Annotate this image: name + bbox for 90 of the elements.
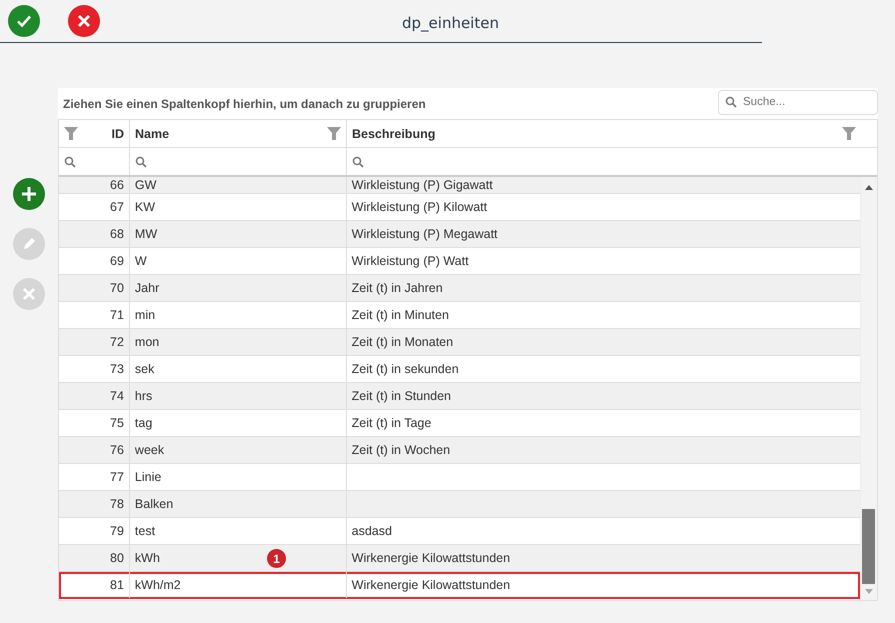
group-panel-hint: Ziehen Sie einen Spaltenkopf hierhin, um danach zu gruppieren (63, 96, 426, 110)
column-header[interactable]: Beschreibung (347, 120, 861, 147)
column-header[interactable]: ID (59, 120, 130, 147)
name-cell: GW (134, 178, 156, 192)
table-row[interactable]: 70 Jahr Zeit (t) in Jahren (59, 275, 860, 302)
scroll-up-icon[interactable] (865, 185, 873, 190)
highlighted-row[interactable]: 81 kWh/m2 Wirkenergie Kilowattstunden (59, 572, 860, 599)
table-row[interactable]: 71 min Zeit (t) in Minuten (59, 302, 860, 329)
description-cell: Zeit (t) in sekunden (352, 362, 459, 376)
description-cell: Wirkenergie Kilowattstunden (352, 578, 510, 592)
cancel-button[interactable] (68, 5, 100, 37)
table-row[interactable]: 68 MW Wirkleistung (P) Megawatt (59, 221, 860, 248)
plus-icon (21, 186, 37, 202)
id-cell: 76 (110, 443, 124, 457)
name-cell: Balken (134, 497, 174, 511)
table-row[interactable]: 69 W Wirkleistung (P) Watt (59, 248, 860, 275)
id-cell: 69 (110, 254, 124, 268)
column-label: Name (135, 126, 170, 140)
table-row[interactable]: 80 kWh 1 Wirkenergie Kilowattstunden (59, 545, 860, 572)
description-cell: Zeit (t) in Minuten (352, 308, 449, 322)
description-cell: Wirkleistung (P) Gigawatt (352, 178, 493, 192)
name-cell: tag (134, 416, 152, 430)
description-cell: Wirkenergie Kilowattstunden (352, 551, 510, 565)
scroll-down-icon[interactable] (865, 589, 873, 594)
name-cell: kWh (134, 551, 160, 565)
description-cell: Zeit (t) in Wochen (352, 443, 450, 457)
description-cell: asdasd (352, 524, 392, 538)
search-field[interactable]: Suche... (718, 90, 878, 114)
filter-icon[interactable] (64, 127, 78, 140)
id-cell: 70 (110, 281, 124, 295)
table-row[interactable]: 76 week Zeit (t) in Wochen (59, 437, 860, 464)
column-label: ID (112, 126, 124, 140)
name-cell: min (134, 308, 156, 322)
search-icon (725, 96, 737, 108)
add-button[interactable] (13, 178, 45, 210)
description-cell: Wirkleistung (P) Megawatt (352, 227, 498, 241)
id-cell: 73 (110, 362, 124, 376)
table-row[interactable]: 67 KW Wirkleistung (P) Kilowatt (59, 194, 860, 221)
description-cell: Wirkleistung (P) Watt (352, 254, 469, 268)
step-marker: 1 (266, 549, 286, 568)
description-cell: Zeit (t) in Tage (352, 416, 432, 430)
table-row[interactable]: 66 GW Wirkleistung (P) Gigawatt (59, 177, 860, 194)
name-cell: test (134, 524, 156, 538)
description-cell: Zeit (t) in Jahren (352, 281, 443, 295)
description-cell: Zeit (t) in Stunden (352, 389, 452, 403)
search-icon (135, 156, 147, 168)
table-row[interactable]: 75 tag Zeit (t) in Tage (59, 410, 860, 437)
window-title: dp_einheiten (402, 14, 499, 32)
table-row[interactable]: 79 test asdasd (59, 518, 860, 545)
name-cell: sek (134, 362, 154, 376)
id-cell: 66 (110, 178, 124, 192)
table-row[interactable]: 78 Balken (59, 491, 860, 518)
table-row[interactable]: 77 Linie (59, 464, 860, 491)
name-cell: W (134, 254, 147, 268)
close-icon (77, 14, 91, 28)
id-cell: 74 (110, 389, 124, 403)
search-icon (64, 156, 76, 168)
search-icon (352, 156, 364, 168)
name-cell: mon (134, 335, 160, 349)
filter-icon[interactable] (327, 127, 341, 140)
id-cell: 72 (110, 335, 124, 349)
name-cell: KW (134, 200, 156, 214)
id-cell: 67 (110, 200, 124, 214)
confirm-button[interactable] (8, 5, 40, 37)
close-icon (22, 287, 36, 301)
id-cell: 78 (110, 497, 124, 511)
name-cell: MW (134, 227, 158, 241)
name-cell: kWh/m2 (134, 578, 181, 592)
column-label: Beschreibung (352, 126, 436, 140)
id-cell: 71 (110, 308, 124, 322)
scrollbar[interactable] (860, 177, 877, 600)
column-header[interactable]: Name (130, 120, 347, 147)
name-cell: Jahr (134, 281, 160, 295)
id-cell: 75 (110, 416, 124, 430)
name-cell: hrs (134, 389, 152, 403)
description-cell: Zeit (t) in Monaten (352, 335, 454, 349)
name-cell: Linie (134, 470, 162, 484)
scrollbar-thumb[interactable] (862, 509, 875, 584)
id-cell: 79 (110, 524, 124, 538)
description-cell: Wirkleistung (P) Kilowatt (352, 200, 488, 214)
table-row[interactable]: 72 mon Zeit (t) in Monaten (59, 329, 860, 356)
table-row[interactable]: 74 hrs Zeit (t) in Stunden (59, 383, 860, 410)
id-cell: 68 (110, 227, 124, 241)
name-cell: week (134, 443, 164, 457)
table-row[interactable]: 73 sek Zeit (t) in sekunden (59, 356, 860, 383)
pencil-icon (21, 236, 37, 252)
filter-icon[interactable] (842, 127, 856, 140)
id-cell: 80 (110, 551, 124, 565)
id-cell: 77 (110, 470, 124, 484)
id-cell: 81 (110, 578, 124, 592)
